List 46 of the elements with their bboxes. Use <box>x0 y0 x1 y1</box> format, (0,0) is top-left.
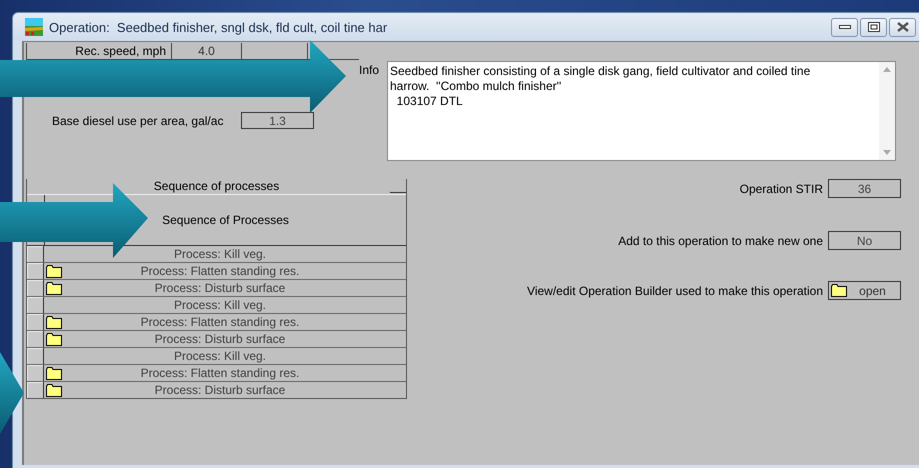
table-cell[interactable]: Process: Flatten standing res. <box>64 314 406 330</box>
field-label: Info <box>359 62 380 79</box>
row-selector[interactable] <box>27 280 44 296</box>
field-icon <box>25 18 43 36</box>
table-cell[interactable]: Process: Kill veg. <box>64 297 406 313</box>
open-button[interactable]: open <box>828 281 901 300</box>
table-title: Sequence of Processes <box>161 212 290 229</box>
folder-icon <box>46 316 62 328</box>
table-cell[interactable]: Process: Flatten standing res. <box>64 263 406 279</box>
row-selector[interactable] <box>27 331 44 347</box>
table-cell[interactable]: Process: Disturb surface <box>64 331 406 347</box>
field-label: View/edit Operation Builder used to make this operation <box>527 284 823 298</box>
minimize-button[interactable] <box>831 18 858 36</box>
maximize-icon <box>868 22 880 32</box>
field-label: Base diesel use per area, gal/ac <box>52 114 224 128</box>
table-cell[interactable]: Process: Disturb surface <box>64 382 406 398</box>
folder-icon <box>831 284 847 297</box>
table-cell[interactable]: Process: Kill veg. <box>64 246 406 262</box>
row-selector[interactable] <box>27 246 44 262</box>
field-label: Operation STIR <box>740 182 823 196</box>
maximize-button[interactable] <box>860 18 887 36</box>
row-selector[interactable] <box>27 348 44 364</box>
value-field[interactable]: No <box>828 231 901 250</box>
close-button[interactable] <box>889 18 916 36</box>
row-selector[interactable] <box>27 365 44 381</box>
folder-icon <box>46 332 62 346</box>
minimize-icon <box>838 24 850 30</box>
table-cell[interactable]: Process: Flatten standing res. <box>64 365 406 381</box>
table-header: Sequence of processes <box>152 179 280 194</box>
table-cell[interactable]: Process: Disturb surface <box>64 280 406 296</box>
folder-icon <box>46 384 62 396</box>
row-selector[interactable] <box>27 263 44 279</box>
value-field[interactable]: 36 <box>828 179 901 198</box>
row-selector[interactable] <box>27 297 44 313</box>
folder-icon <box>46 366 62 380</box>
folder-icon <box>46 282 62 294</box>
row-selector[interactable] <box>27 382 44 398</box>
close-icon <box>896 22 908 32</box>
window-title: Operation: Seedbed finisher, sngl dsk, fld cult, coil tine har <box>49 20 388 34</box>
row-selector[interactable] <box>27 314 44 330</box>
value-field[interactable]: 1.3 <box>241 112 314 129</box>
field-label: Rec. speed, mph <box>26 43 172 59</box>
table-cell[interactable]: Process: Kill veg. <box>64 348 406 364</box>
field-label: Add to this operation to make new one <box>618 234 823 248</box>
value-field[interactable]: 4.0 <box>172 43 242 59</box>
folder-icon <box>46 264 62 278</box>
